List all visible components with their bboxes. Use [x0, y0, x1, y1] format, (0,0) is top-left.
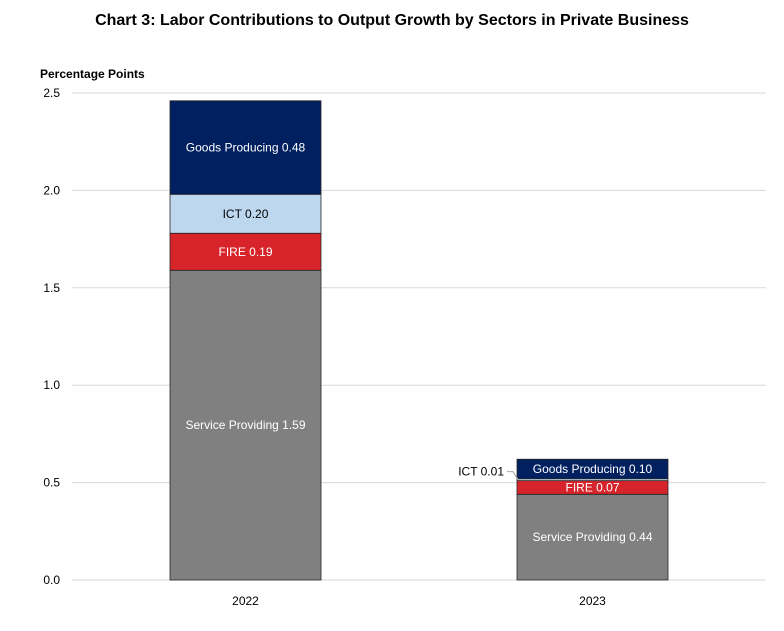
data-label: FIRE 0.19	[218, 245, 272, 259]
x-tick-label: 2022	[232, 594, 259, 608]
y-tick-label: 0.5	[43, 476, 60, 490]
data-label: Goods Producing 0.48	[186, 141, 306, 155]
chart: Chart 3: Labor Contributions to Output G…	[40, 12, 766, 608]
data-label: Goods Producing 0.10	[533, 462, 653, 476]
data-label: Service Providing 1.59	[185, 418, 305, 432]
y-tick-label: 1.0	[43, 378, 60, 392]
leader-line	[507, 471, 519, 480]
data-label: ICT 0.01	[458, 465, 504, 479]
y-tick-label: 0.0	[43, 573, 60, 587]
y-tick-label: 2.0	[43, 183, 60, 197]
data-label: FIRE 0.07	[565, 480, 619, 494]
data-label: ICT 0.20	[223, 207, 269, 221]
y-axis-label: Percentage Points	[40, 67, 145, 81]
y-axis-ticks: 0.0 0.5 1.0 1.5 2.0 2.5	[43, 86, 60, 587]
x-tick-label: 2023	[579, 594, 606, 608]
x-axis-ticks: 2022 2023	[232, 594, 606, 608]
y-tick-label: 1.5	[43, 281, 60, 295]
chart-title: Chart 3: Labor Contributions to Output G…	[95, 12, 689, 29]
y-tick-label: 2.5	[43, 86, 60, 100]
bars	[169, 100, 669, 581]
data-label: Service Providing 0.44	[532, 530, 652, 544]
